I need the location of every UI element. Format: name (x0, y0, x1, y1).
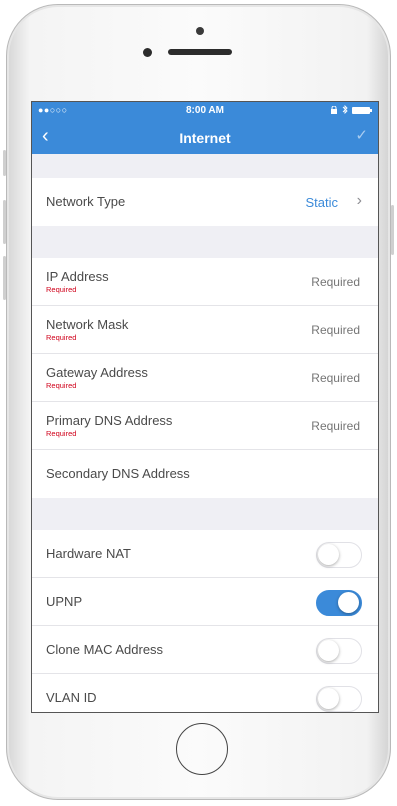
field-label: Gateway Address (46, 365, 148, 380)
section-gap (32, 226, 378, 258)
network-type-value: Static (305, 195, 338, 210)
volume-down-button (3, 256, 6, 300)
secondary-dns-row[interactable]: Secondary DNS Address (32, 450, 378, 498)
earpiece-speaker (168, 49, 232, 55)
toggle-knob (318, 640, 339, 661)
toggle-label: VLAN ID (46, 690, 97, 705)
app-screen: ●●○○○ 8:00 AM ‹ Internet ✓ Network Type … (31, 101, 379, 713)
required-note: Required (46, 333, 77, 342)
required-note: Required (46, 381, 77, 390)
volume-up-button (3, 200, 6, 244)
status-right (330, 104, 372, 116)
mute-switch (3, 150, 6, 176)
nav-bar: ‹ Internet ✓ (32, 120, 378, 154)
toggle-knob (338, 592, 359, 613)
toggle-label: Clone MAC Address (46, 642, 164, 657)
field-label: IP Address (46, 269, 109, 284)
network-mask-row: Network Mask Required (32, 306, 378, 354)
field-label: Secondary DNS Address (46, 466, 190, 481)
vlan-id-row: VLAN ID (32, 674, 378, 712)
hardware-nat-toggle[interactable] (316, 542, 362, 568)
ip-address-row: IP Address Required (32, 258, 378, 306)
proximity-sensor (196, 27, 204, 35)
vlan-id-toggle[interactable] (316, 686, 362, 712)
secondary-dns-input[interactable] (240, 467, 360, 481)
bluetooth-icon (342, 104, 348, 116)
page-title: Internet (179, 130, 231, 146)
upnp-toggle[interactable] (316, 590, 362, 616)
toggle-label: UPNP (46, 594, 83, 609)
clone-mac-toggle[interactable] (316, 638, 362, 664)
required-note: Required (46, 285, 77, 294)
battery-icon (352, 107, 372, 114)
status-bar: ●●○○○ 8:00 AM (32, 102, 378, 120)
upnp-row: UPNP (32, 578, 378, 626)
clone-mac-row: Clone MAC Address (32, 626, 378, 674)
gateway-address-row: Gateway Address Required (32, 354, 378, 402)
network-type-row[interactable]: Network Type Static › (32, 178, 378, 226)
section-gap (32, 154, 378, 178)
toggle-label: Hardware NAT (46, 546, 132, 561)
front-camera (143, 48, 152, 57)
network-mask-input[interactable] (240, 323, 360, 337)
checkmark-icon[interactable]: ✓ (355, 126, 368, 144)
toggle-knob (318, 544, 339, 565)
hardware-nat-row: Hardware NAT (32, 530, 378, 578)
gateway-address-input[interactable] (240, 371, 360, 385)
network-type-label: Network Type (46, 194, 126, 209)
required-note: Required (46, 429, 77, 438)
toggle-knob (318, 688, 339, 709)
lock-rotation-icon (330, 105, 338, 116)
power-button (391, 205, 394, 255)
section-gap (32, 498, 378, 530)
ip-address-input[interactable] (240, 275, 360, 289)
field-label: Primary DNS Address (46, 413, 173, 428)
primary-dns-row: Primary DNS Address Required (32, 402, 378, 450)
status-time: 8:00 AM (186, 105, 224, 116)
primary-dns-input[interactable] (240, 419, 360, 433)
home-button[interactable] (176, 723, 228, 775)
field-label: Network Mask (46, 317, 129, 332)
chevron-right-icon: › (356, 192, 362, 209)
